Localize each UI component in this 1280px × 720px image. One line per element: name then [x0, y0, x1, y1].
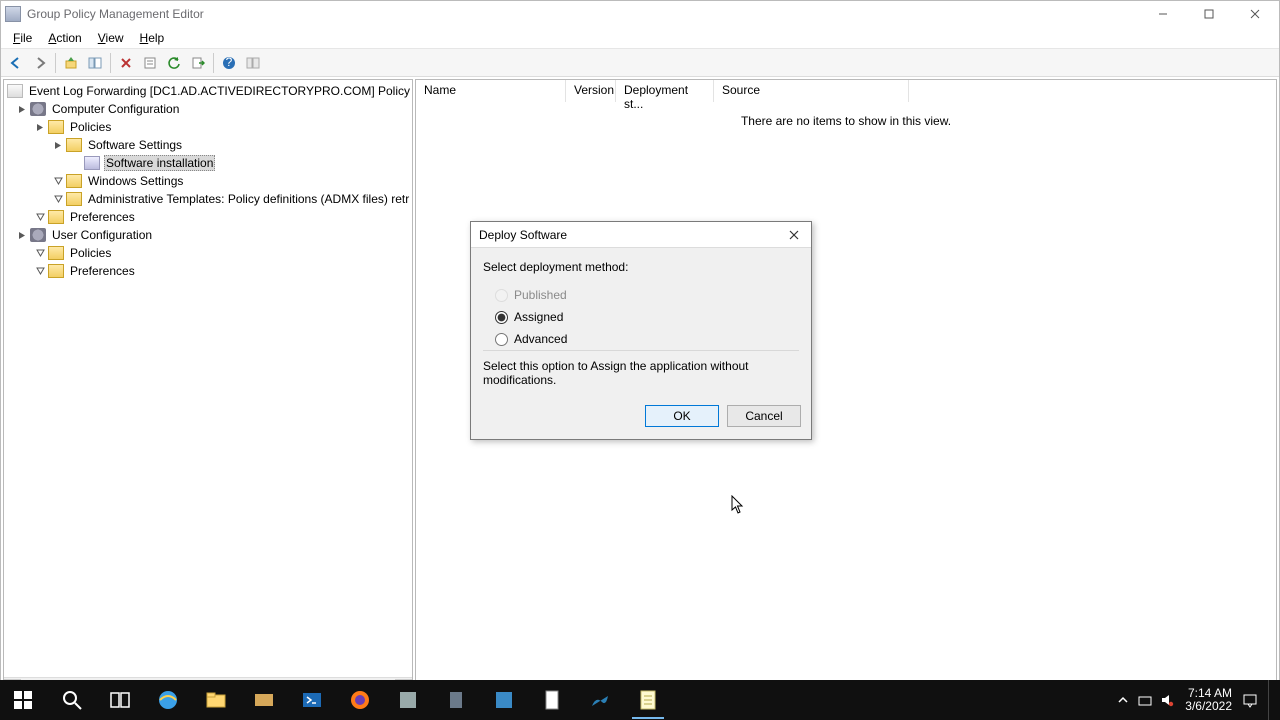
tray-network-icon[interactable] — [1137, 692, 1153, 708]
deploy-software-dialog: Deploy Software Select deployment method… — [470, 221, 812, 440]
tree[interactable]: Event Log Forwarding [DC1.AD.ACTIVEDIREC… — [4, 80, 412, 677]
window-title: Group Policy Management Editor — [27, 7, 1149, 21]
tree-user-preferences[interactable]: Preferences — [4, 262, 412, 280]
radio-assigned-input[interactable] — [495, 311, 508, 324]
tray-notifications-icon[interactable] — [1242, 692, 1258, 708]
computer-icon — [30, 102, 46, 116]
tray-clock[interactable]: 7:14 AM 3/6/2022 — [1181, 687, 1236, 713]
toolbar: ? — [1, 49, 1279, 77]
column-name[interactable]: Name — [416, 80, 566, 102]
maximize-button[interactable] — [1195, 5, 1223, 23]
dialog-description: Select this option to Assign the applica… — [483, 350, 799, 391]
start-button[interactable] — [0, 680, 48, 720]
help-button[interactable]: ? — [218, 52, 240, 74]
tree-software-installation[interactable]: Software installation — [4, 154, 412, 172]
tray-chevron-icon[interactable] — [1115, 692, 1131, 708]
taskbar-app-4[interactable] — [480, 680, 528, 720]
view-mode-button[interactable] — [242, 52, 264, 74]
properties-button[interactable] — [139, 52, 161, 74]
menubar: File Action View Help — [1, 27, 1279, 49]
tree-admx[interactable]: Administrative Templates: Policy definit… — [4, 190, 412, 208]
tree-preferences[interactable]: Preferences — [4, 208, 412, 226]
taskbar-wireshark[interactable] — [576, 680, 624, 720]
taskbar-firefox[interactable] — [336, 680, 384, 720]
system-tray[interactable]: 7:14 AM 3/6/2022 — [1115, 680, 1280, 720]
tree-windows-settings[interactable]: Windows Settings — [4, 172, 412, 190]
refresh-button[interactable] — [163, 52, 185, 74]
column-source[interactable]: Source — [714, 80, 909, 102]
tray-volume-icon[interactable] — [1159, 692, 1175, 708]
delete-button[interactable] — [115, 52, 137, 74]
tree-root[interactable]: Event Log Forwarding [DC1.AD.ACTIVEDIREC… — [4, 82, 412, 100]
dialog-close-button[interactable] — [785, 226, 803, 244]
folder-icon — [48, 246, 64, 260]
show-hide-tree-button[interactable] — [84, 52, 106, 74]
taskbar-ie[interactable] — [144, 680, 192, 720]
folder-icon — [48, 210, 64, 224]
search-button[interactable] — [48, 680, 96, 720]
taskbar-app-3[interactable] — [432, 680, 480, 720]
show-desktop-button[interactable] — [1268, 680, 1274, 720]
up-button[interactable] — [60, 52, 82, 74]
tree-root-label: Event Log Forwarding [DC1.AD.ACTIVEDIREC… — [27, 83, 412, 99]
back-button[interactable] — [5, 52, 27, 74]
tree-user-policies[interactable]: Policies — [4, 244, 412, 262]
radio-assigned[interactable]: Assigned — [483, 306, 799, 328]
column-spacer — [909, 80, 1276, 102]
user-icon — [30, 228, 46, 242]
taskbar[interactable]: 7:14 AM 3/6/2022 — [0, 680, 1280, 720]
menu-help[interactable]: Help — [132, 28, 173, 48]
radio-advanced[interactable]: Advanced — [483, 328, 799, 350]
close-button[interactable] — [1241, 5, 1269, 23]
app-icon — [5, 6, 21, 22]
taskbar-app-5[interactable] — [528, 680, 576, 720]
taskbar-explorer[interactable] — [192, 680, 240, 720]
policy-icon — [7, 84, 23, 98]
svg-text:?: ? — [226, 56, 233, 69]
menu-file[interactable]: File — [5, 28, 40, 48]
folder-icon — [48, 264, 64, 278]
radio-published: Published — [483, 284, 799, 306]
column-deployment[interactable]: Deployment st... — [616, 80, 714, 102]
cancel-button[interactable]: Cancel — [727, 405, 801, 427]
taskbar-app-2[interactable] — [384, 680, 432, 720]
list-header: Name Version Deployment st... Source — [416, 80, 1276, 102]
task-view-button[interactable] — [96, 680, 144, 720]
folder-icon — [66, 174, 82, 188]
menu-action[interactable]: Action — [40, 28, 89, 48]
export-button[interactable] — [187, 52, 209, 74]
menu-view[interactable]: View — [90, 28, 132, 48]
tree-user-configuration[interactable]: User Configuration — [4, 226, 412, 244]
minimize-button[interactable] — [1149, 5, 1177, 23]
titlebar: Group Policy Management Editor — [1, 1, 1279, 27]
installer-icon — [84, 156, 100, 170]
forward-button[interactable] — [29, 52, 51, 74]
ok-button[interactable]: OK — [645, 405, 719, 427]
tree-computer-configuration[interactable]: Computer Configuration — [4, 100, 412, 118]
folder-icon — [48, 120, 64, 134]
tree-software-settings[interactable]: Software Settings — [4, 136, 412, 154]
tree-pane: Event Log Forwarding [DC1.AD.ACTIVEDIREC… — [3, 79, 413, 695]
dialog-title: Deploy Software — [479, 228, 785, 242]
folder-icon — [66, 192, 82, 206]
taskbar-powershell[interactable] — [288, 680, 336, 720]
folder-icon — [66, 138, 82, 152]
taskbar-app-1[interactable] — [240, 680, 288, 720]
taskbar-notepad[interactable] — [624, 680, 672, 720]
radio-advanced-input[interactable] — [495, 333, 508, 346]
radio-published-input — [495, 289, 508, 302]
dialog-prompt: Select deployment method: — [483, 260, 799, 274]
column-version[interactable]: Version — [566, 80, 616, 102]
tree-policies[interactable]: Policies — [4, 118, 412, 136]
